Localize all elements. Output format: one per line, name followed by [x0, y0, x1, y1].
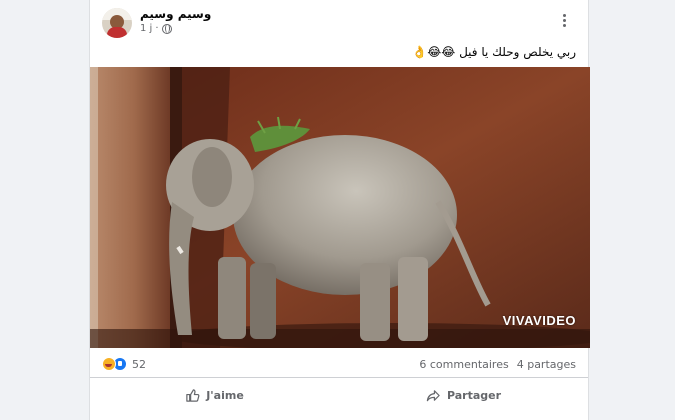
globe-icon [161, 23, 172, 34]
reaction-count: 52 [132, 357, 146, 371]
haha-reaction-icon [102, 357, 116, 371]
share-arrow-icon [426, 389, 440, 401]
shares-count-link[interactable]: 4 partages [517, 358, 576, 371]
post-card: وسيم وسيم 1 j · ربي يخلص وحلك يا فيل 😂😂👌 [89, 0, 590, 420]
share-button[interactable]: Partager [339, 380, 588, 410]
reactions-summary[interactable]: 52 [102, 357, 146, 371]
post-meta: 1 j · [140, 23, 172, 34]
like-label: J'aime [206, 388, 244, 402]
author-name[interactable]: وسيم وسيم [140, 7, 211, 21]
comments-count-link[interactable]: 6 commentaires [419, 358, 508, 371]
post-photo[interactable]: VIVAVIDEO [90, 67, 590, 348]
post-text: ربي يخلص وحلك يا فيل 😂😂👌 [412, 45, 576, 59]
engagement-counts: 6 commentaires 4 partages [419, 358, 576, 371]
meta-separator: · [155, 23, 159, 34]
post-actions: J'aime Partager [90, 380, 588, 410]
elephant-photo [90, 67, 590, 348]
share-label: Partager [446, 388, 502, 402]
avatar[interactable] [102, 8, 132, 38]
more-options-icon[interactable] [554, 10, 574, 30]
like-button[interactable]: J'aime [90, 380, 339, 410]
post-header: وسيم وسيم 1 j · [90, 0, 588, 46]
thumbs-up-icon [186, 388, 200, 402]
timestamp[interactable]: 1 j [140, 23, 152, 34]
photo-watermark: VIVAVIDEO [502, 313, 576, 328]
post-stats: 52 6 commentaires 4 partages [90, 350, 588, 378]
